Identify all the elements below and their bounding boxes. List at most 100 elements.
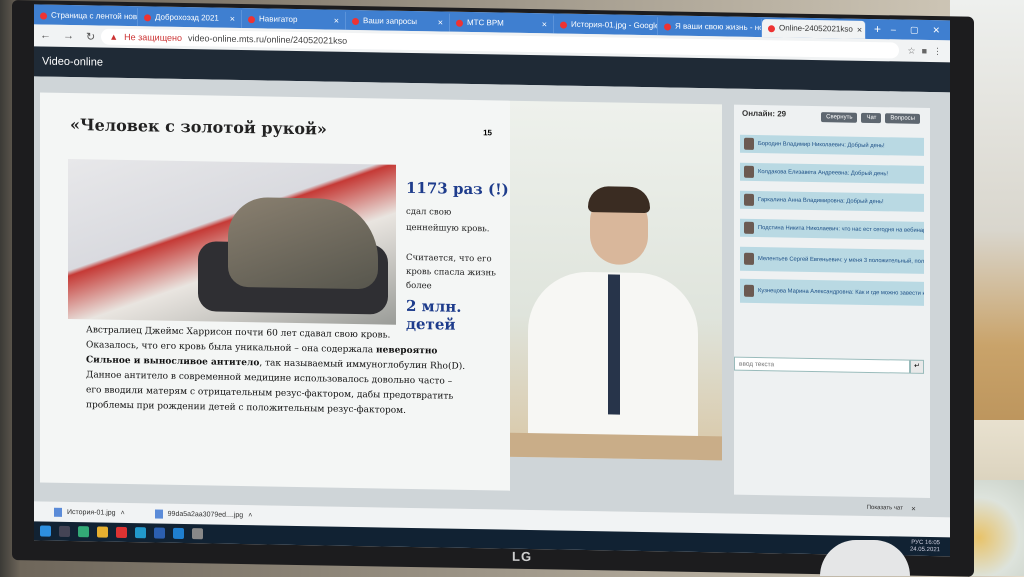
show-chat: Показать чат ✕ <box>867 505 916 513</box>
search-icon[interactable] <box>59 525 70 538</box>
close-window-icon[interactable]: ✕ <box>932 20 940 40</box>
message-text: Колдакова Елизавета Андреевна: Добрый де… <box>758 169 889 178</box>
download-name: 99da5a2aa3079ed....jpg <box>167 510 244 519</box>
close-icon[interactable]: × <box>438 13 443 31</box>
tab-favicon-icon <box>456 19 463 27</box>
chat-input[interactable] <box>734 356 910 374</box>
slide-text-line: Считается, что его <box>406 252 492 265</box>
tab-label: Навигатор <box>259 14 298 24</box>
para-bold: невероятно <box>376 345 438 357</box>
show-chat-link[interactable]: Показать чат <box>867 505 903 513</box>
tab-history-image[interactable]: История-01.jpg - Google ...× <box>554 15 658 36</box>
edge-icon[interactable] <box>135 527 146 539</box>
photo-person <box>228 196 378 290</box>
tab-label: История-01.jpg - Google ... <box>571 19 658 31</box>
avatar <box>744 165 754 178</box>
slide-text-line: ценнейшую кровь. <box>406 222 490 235</box>
message-text: Гаркалина Анна Владимировна: Добрый день… <box>758 197 884 206</box>
chevron-up-icon[interactable]: ˄ <box>121 509 125 516</box>
chat-message: Кузнецова Марина Александровна: Как и гд… <box>740 278 924 306</box>
close-icon[interactable]: × <box>857 21 862 39</box>
slide-text-line: сдал свою <box>406 206 452 218</box>
close-icon[interactable]: ✕ <box>911 506 916 513</box>
chat-message: Бородин Владимир Николаевич: Добрый день… <box>740 134 924 156</box>
minimize-icon[interactable]: – <box>891 19 896 39</box>
maximize-icon[interactable]: ▢ <box>910 20 919 40</box>
tab-label: Страница с лентой новостей <box>51 10 138 22</box>
tab-online-active[interactable]: Online-24052021kso × <box>762 19 866 39</box>
donation-count: 1173 раз (!) <box>406 178 509 199</box>
tab-favicon-icon <box>560 21 567 29</box>
extension-icon[interactable]: ■ <box>922 45 927 56</box>
windows-start-icon[interactable] <box>40 525 51 537</box>
slide-text-line: более <box>406 280 432 292</box>
tab-label: Я ваши свою жизнь - ноя... <box>675 21 762 33</box>
app-title: Video-online <box>42 55 103 69</box>
close-icon[interactable]: × <box>230 10 235 28</box>
close-icon[interactable]: × <box>334 12 339 30</box>
speaker-hair <box>588 186 650 214</box>
chat-message: Подстина Никита Николаевич: что нас ест … <box>740 218 924 240</box>
message-text: Кузнецова Марина Александровна: Как и гд… <box>758 288 924 298</box>
collapse-button[interactable]: Свернуть <box>821 112 858 123</box>
download-item[interactable]: 99da5a2aa3079ed....jpg ˄ <box>154 508 252 520</box>
chat-button[interactable]: Чат <box>861 112 882 124</box>
file-icon <box>54 507 62 517</box>
app-icon[interactable] <box>192 528 203 540</box>
main-content: «Человек с золотой рукой» 15 1173 раз (!… <box>34 76 950 518</box>
window-controls: – ▢ ✕ <box>891 19 950 40</box>
reload-icon[interactable]: ↻ <box>80 30 101 43</box>
send-button[interactable]: ↵ <box>910 359 924 374</box>
back-icon[interactable]: ← <box>34 29 57 41</box>
tab-navigator[interactable]: Навигатор × <box>242 10 346 30</box>
avatar <box>744 252 754 265</box>
screen: Страница с лентой новостей× Доброхоэзд 2… <box>34 4 950 557</box>
security-label: Не защищено <box>124 31 182 43</box>
avatar <box>744 284 754 297</box>
tray-time: 16:05 <box>924 539 940 546</box>
slide-title: «Человек с золотой рукой» <box>70 115 327 139</box>
avatar <box>744 193 754 206</box>
star-icon[interactable]: ☆ <box>907 45 915 56</box>
close-icon[interactable]: × <box>542 15 547 33</box>
speaker-tie <box>608 274 620 415</box>
monitor: Страница с лентой новостей× Доброхоэзд 2… <box>12 0 974 577</box>
tab-favicon-icon <box>352 17 359 25</box>
warning-icon: ▲ <box>109 31 119 42</box>
url-text: video-online.mts.ru/online/24052021kso <box>188 33 348 46</box>
system-tray: РУС 16:05 24.05.2021 <box>910 539 950 554</box>
questions-button[interactable]: Вопросы <box>885 113 920 124</box>
tab-mts-vrm[interactable]: МТС ВРМ × <box>450 13 554 34</box>
message-text: Бородин Владимир Николаевич: Добрый день… <box>758 141 885 150</box>
tab-news[interactable]: Страница с лентой новостей× <box>34 6 138 27</box>
task-view-icon[interactable] <box>78 526 89 538</box>
monitor-brand-logo: LG <box>512 548 533 565</box>
chat-message: Мелентьев Сергей Евгеньевич: у меня 3 по… <box>740 246 924 274</box>
tab-life[interactable]: Я ваши свою жизнь - ноя...× <box>658 17 762 38</box>
presentation-slide: «Человек с золотой рукой» 15 1173 раз (!… <box>40 92 510 491</box>
extension-icons: ☆ ■ ⋮ <box>907 45 950 57</box>
tab-label: МТС ВРМ <box>467 17 504 28</box>
tray-lang: РУС <box>911 539 924 546</box>
download-item[interactable]: История-01.jpg ˄ <box>54 507 125 517</box>
donor-photo <box>68 158 396 325</box>
chrome-icon[interactable] <box>116 526 127 539</box>
download-name: История-01.jpg <box>67 508 116 517</box>
word-icon[interactable] <box>154 527 165 539</box>
tab-requests[interactable]: Ваши запросы × <box>346 11 450 32</box>
ie-icon[interactable] <box>173 527 184 540</box>
folder-icon[interactable] <box>97 526 108 538</box>
new-tab-button[interactable]: + <box>866 19 889 39</box>
tab-favicon-icon <box>768 24 775 32</box>
slide-text-line: кровь спасла жизнь <box>406 266 496 279</box>
para-bold: Сильное и выносливое антитело <box>86 355 260 369</box>
forward-icon[interactable]: → <box>57 30 80 42</box>
message-text: Подстина Никита Николаевич: что нас ест … <box>758 225 924 235</box>
tab-dobro[interactable]: Доброхоэзд 2021 × <box>138 8 242 29</box>
tab-favicon-icon <box>248 15 255 23</box>
menu-icon[interactable]: ⋮ <box>933 46 942 57</box>
chevron-up-icon[interactable]: ˄ <box>248 512 252 519</box>
avatar <box>744 221 754 234</box>
message-text: Мелентьев Сергей Евгеньевич: у меня 3 по… <box>758 256 924 267</box>
tab-label: Доброхоэзд 2021 <box>155 12 219 23</box>
